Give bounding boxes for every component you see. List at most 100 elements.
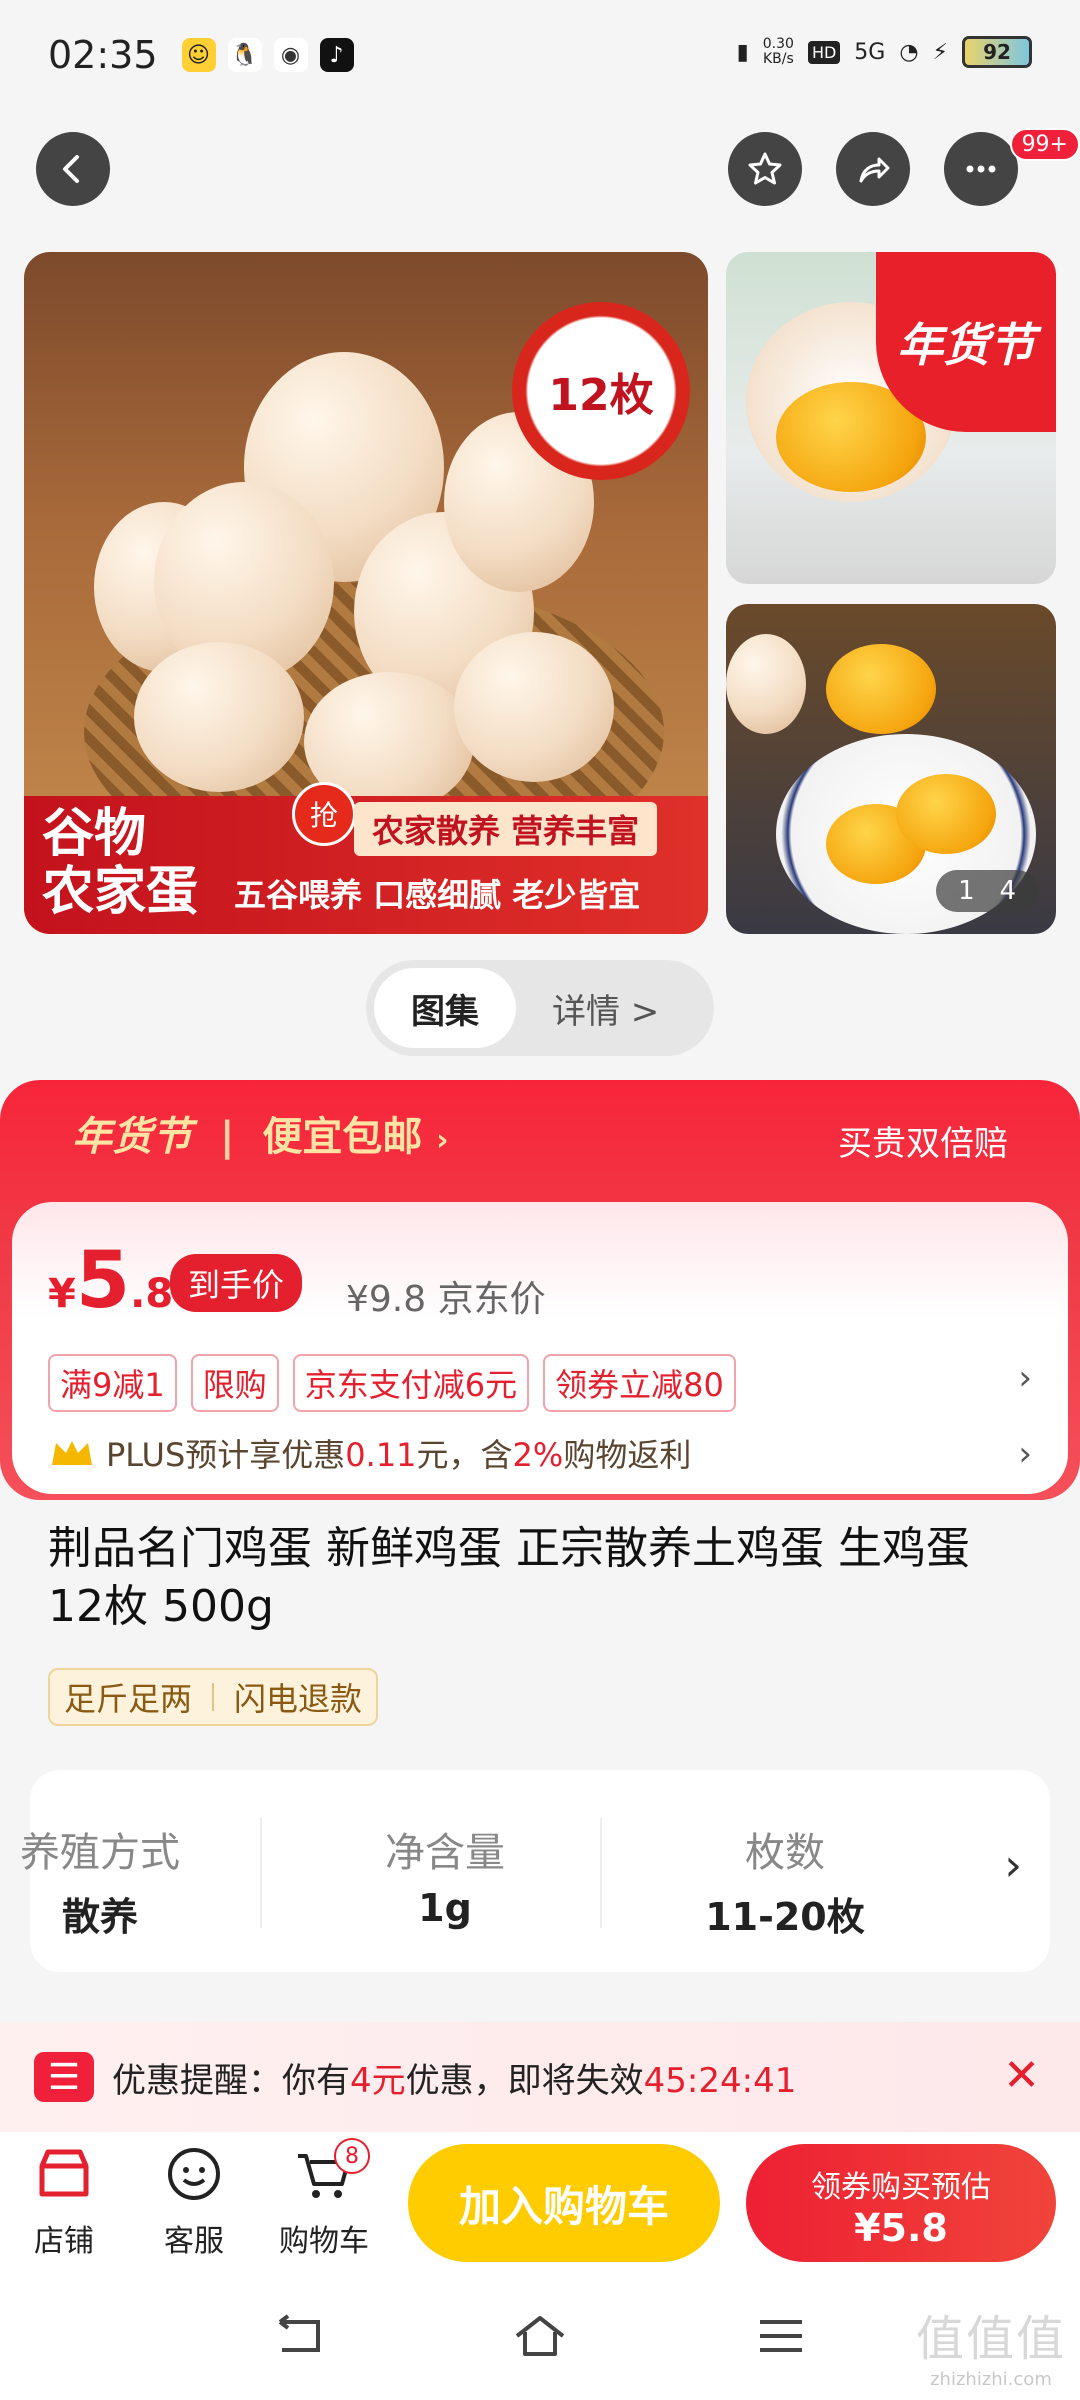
- shop-icon: [39, 2149, 89, 2197]
- product-title: 荆品名门鸡蛋 新鲜鸡蛋 正宗散养土鸡蛋 生鸡蛋 12枚 500g: [48, 1523, 970, 1632]
- service-tags[interactable]: 足斤足两 闪电退款: [48, 1668, 379, 1726]
- jd-price: ¥9.8 京东价: [346, 1279, 546, 1320]
- service-tag: 足斤足两: [64, 1680, 193, 1718]
- net-speed-value: 0.30: [762, 36, 794, 52]
- cart-count-badge: 8: [334, 2138, 370, 2174]
- service-tag: 闪电退款: [234, 1680, 363, 1718]
- buy-button-line1: 领券购买预估: [811, 2170, 991, 2205]
- vibrate-icon: ▮: [736, 39, 749, 65]
- grab-badge: 抢: [292, 782, 356, 846]
- plus-amount: 0.11: [345, 1436, 417, 1474]
- promo-chip[interactable]: 限购: [190, 1354, 279, 1412]
- spec-label: 枚数: [745, 1830, 825, 1876]
- tab-gallery[interactable]: 图集: [374, 968, 516, 1048]
- home-nav-icon[interactable]: [513, 2312, 567, 2360]
- promo-chips[interactable]: 满9减1 限购 京东支付减6元 领券立减80: [48, 1354, 736, 1412]
- buy-now-button[interactable]: 领券购买预估 ¥5.8: [746, 2144, 1056, 2262]
- banner-slogan: 五谷喂养 口感细腻 老少皆宜: [234, 876, 641, 914]
- share-button[interactable]: [836, 132, 910, 206]
- tab-details[interactable]: 详情 >: [552, 968, 659, 1048]
- chevron-right-icon[interactable]: ›: [1004, 1840, 1022, 1891]
- plus-benefit[interactable]: PLUS预计享优惠0.11元，含2%购物返利: [48, 1430, 691, 1476]
- count-seal: 12枚: [512, 302, 690, 480]
- menu-nav-icon[interactable]: [754, 2312, 808, 2360]
- more-button[interactable]: [944, 132, 1018, 206]
- more-dots-icon: [966, 165, 996, 173]
- plus-suffix: 购物返利: [563, 1436, 692, 1474]
- watermark: 值值值 zhizhizhi.com: [916, 2299, 1066, 2390]
- free-shipping-label: 便宜包邮: [262, 1114, 423, 1160]
- status-icons: ▮ 0.30 KB/s HD 5G ◔ ⚡ 92: [737, 36, 1032, 68]
- plus-text: PLUS预计享优惠0.11元，含2%购物返利: [106, 1430, 691, 1476]
- service-label: 客服: [164, 2224, 224, 2259]
- egg-illustration: [134, 642, 304, 792]
- main-product-image[interactable]: 12枚 谷物 农家蛋 抢 农家散养 营养丰富 五谷喂养 口感细腻 老少皆宜: [24, 252, 708, 934]
- wifi-icon: ◔: [899, 39, 919, 65]
- share-icon: [859, 157, 890, 183]
- battery-indicator: 92: [962, 36, 1032, 68]
- yolk-illustration: [896, 774, 996, 854]
- spec-item: 养殖方式 散养: [0, 1770, 200, 1972]
- reminder-text: 优惠提醒：你有4元优惠，即将失效45:24:41: [112, 2053, 796, 2102]
- plus-percent: 2%: [512, 1436, 564, 1474]
- pager-current: 1: [958, 876, 975, 906]
- coupon-reminder[interactable]: ☰ 优惠提醒：你有4元优惠，即将失效45:24:41 ✕: [0, 2022, 1080, 2132]
- promo-card: 年货节 | 便宜包邮 › 买贵双倍赔 ¥5.8 到手价 ¥9.8 京东价 满9减…: [0, 1080, 1080, 1500]
- close-icon[interactable]: ✕: [1003, 2050, 1040, 2101]
- buy-button-price: ¥5.8: [854, 2206, 948, 2250]
- chevron-right-icon[interactable]: ›: [1018, 1434, 1032, 1474]
- tiktok-icon: ♪: [319, 38, 354, 72]
- spec-value: 11-20枚: [705, 1895, 865, 1939]
- back-arrow-icon: [63, 155, 79, 183]
- back-button[interactable]: [36, 132, 110, 206]
- thumbnail-image-1[interactable]: 年货节: [726, 252, 1056, 584]
- promo-chip[interactable]: 满9减1: [48, 1354, 177, 1412]
- signal-icon: 5G: [854, 39, 886, 65]
- spec-divider: [260, 1818, 262, 1928]
- festival-label: 年货节: [72, 1114, 192, 1160]
- thumbnail-image-2[interactable]: 1 4: [726, 604, 1056, 934]
- hand-price: ¥5.8: [48, 1236, 173, 1326]
- price-currency: ¥: [48, 1271, 76, 1317]
- spec-divider: [600, 1818, 602, 1928]
- plus-prefix: PLUS预计享优惠: [106, 1436, 346, 1474]
- coupon-icon: ☰: [34, 2052, 94, 2102]
- banner-tag: 农家散养 营养丰富: [354, 802, 658, 856]
- cart-label: 购物车: [279, 2224, 369, 2259]
- price-integer: 5: [75, 1236, 131, 1326]
- hd-badge: HD: [807, 40, 841, 64]
- chevron-right-icon: ›: [436, 1123, 449, 1158]
- chevron-right-icon[interactable]: ›: [1018, 1358, 1032, 1398]
- back-nav-icon[interactable]: [272, 2312, 326, 2360]
- charging-icon: ⚡: [932, 39, 948, 65]
- promo-chip[interactable]: 京东支付减6元: [292, 1354, 530, 1412]
- shop-button[interactable]: 店铺: [4, 2142, 124, 2260]
- tag-divider: [212, 1683, 215, 1711]
- spec-item: 净含量 1g: [280, 1770, 610, 1972]
- price-panel: ¥5.8 到手价 ¥9.8 京东价 满9减1 限购 京东支付减6元 领券立减80…: [12, 1202, 1068, 1494]
- service-button[interactable]: 客服: [134, 2142, 254, 2260]
- pager-total: 4: [999, 876, 1016, 906]
- promo-chip[interactable]: 领券立减80: [543, 1354, 736, 1412]
- watermark-url: zhizhizhi.com: [930, 2369, 1052, 2390]
- price-guarantee: 买贵双倍赔: [838, 1124, 1008, 1164]
- gallery-detail-toggle: 图集 详情 >: [366, 960, 714, 1056]
- promo-header[interactable]: 年货节 | 便宜包邮 ›: [72, 1104, 449, 1162]
- reminder-mid: 优惠，即将失效: [405, 2060, 644, 2101]
- watermark-logo: 值值值: [915, 2311, 1066, 2367]
- banner-line2: 农家蛋: [42, 862, 199, 922]
- shop-label: 店铺: [34, 2224, 94, 2259]
- cart-button[interactable]: 8 购物车: [264, 2138, 384, 2260]
- net-speed-unit: KB/s: [762, 51, 794, 67]
- add-to-cart-button[interactable]: 加入购物车: [408, 2144, 720, 2262]
- bottom-action-bar: 店铺 客服 8 购物车 加入购物车 领券购买预估 ¥5.8: [0, 2132, 1080, 2272]
- crown-icon: [52, 1441, 92, 1465]
- egg-illustration: [726, 634, 806, 734]
- price-decimal: .8: [130, 1271, 174, 1317]
- favorite-button[interactable]: [728, 132, 802, 206]
- spec-card[interactable]: 养殖方式 散养 净含量 1g 枚数 11-20枚 ›: [20, 1770, 1050, 1972]
- spec-value: 散养: [61, 1895, 138, 1939]
- reminder-amount: 4元: [350, 2060, 406, 2101]
- reminder-prefix: 优惠提醒：你有: [112, 2060, 350, 2101]
- status-time: 02:35: [48, 33, 158, 77]
